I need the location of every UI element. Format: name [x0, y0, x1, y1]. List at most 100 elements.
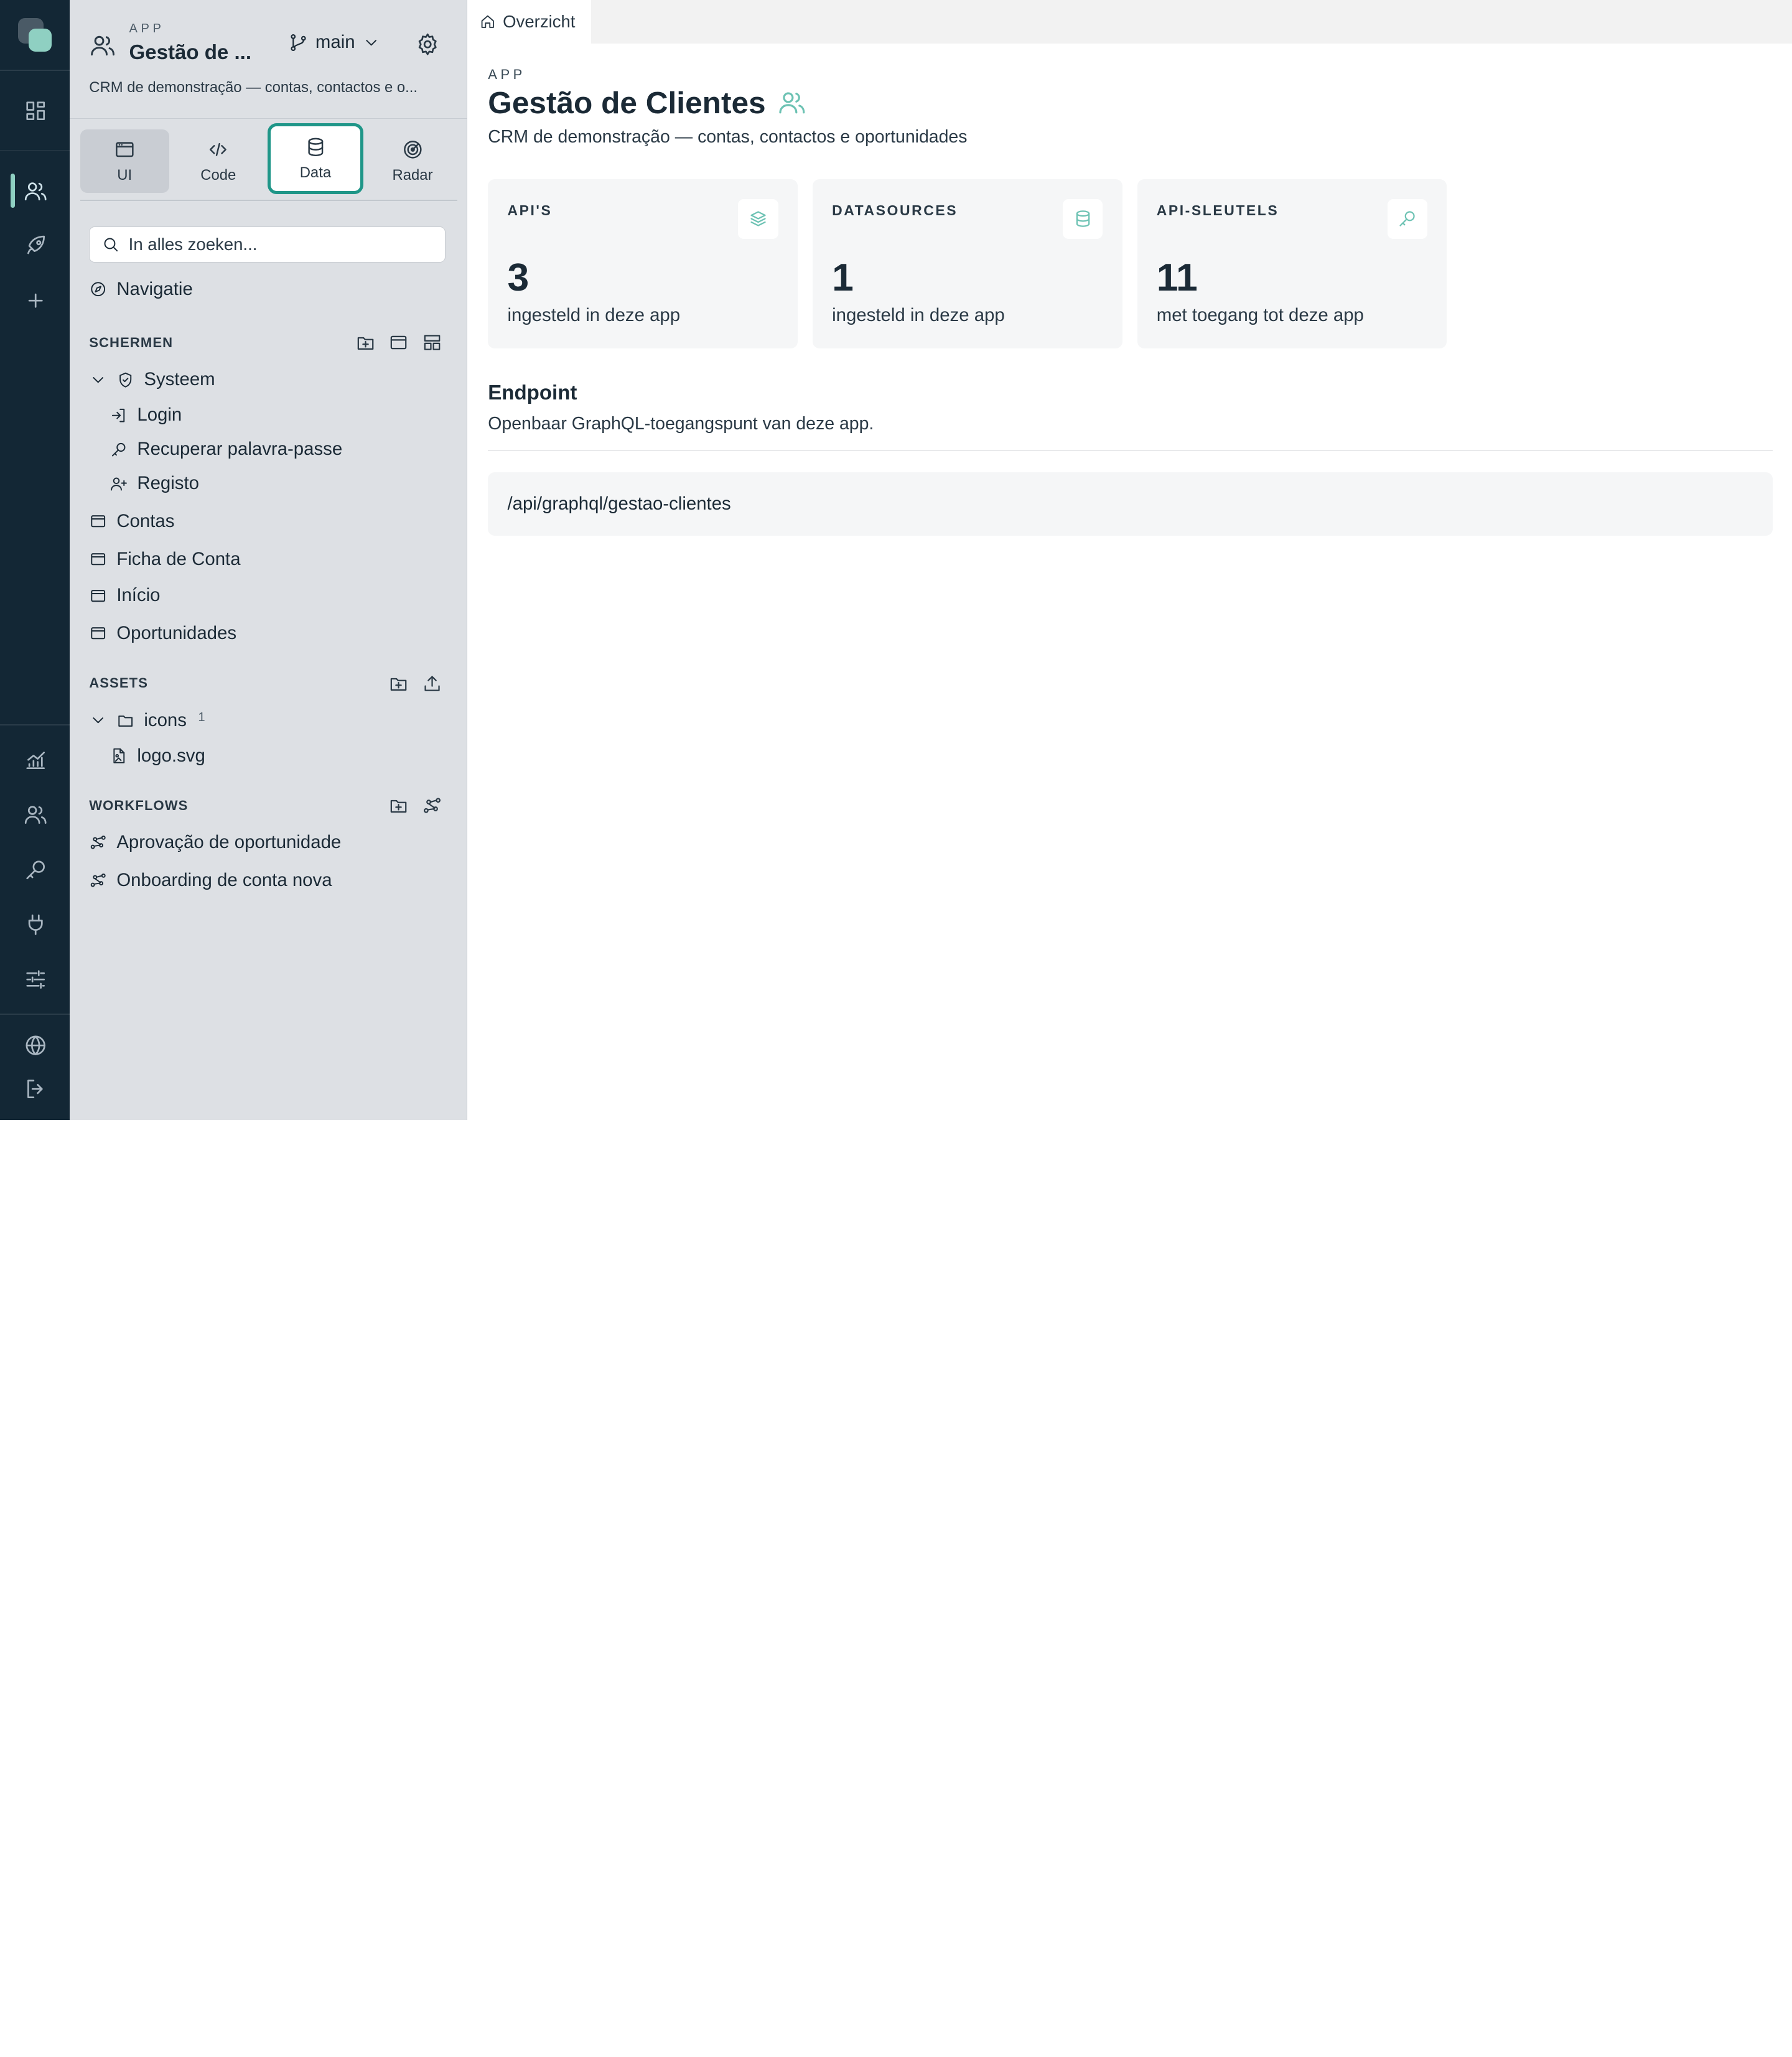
chart-icon[interactable]: [23, 747, 48, 772]
tree-item-ficha[interactable]: Ficha de Conta: [89, 549, 241, 570]
app-title: Gestão de ...: [129, 41, 252, 65]
tree-item-logo[interactable]: logo.svg: [110, 745, 205, 767]
tree-item-recover[interactable]: Recuperar palavra-passe: [110, 439, 342, 460]
branch-selector[interactable]: main: [288, 32, 380, 53]
search-input[interactable]: [128, 235, 426, 255]
tree-label: Onboarding de conta nova: [116, 869, 332, 890]
rail-divider: [0, 149, 70, 151]
tab-label: Overzicht: [503, 11, 576, 31]
layout-icon[interactable]: [422, 332, 442, 353]
tree-folder-systeem[interactable]: Systeem: [89, 369, 215, 390]
logout-icon[interactable]: [23, 1076, 48, 1101]
tab-overzicht[interactable]: Overzicht: [467, 0, 591, 44]
new-folder-icon[interactable]: [355, 332, 376, 353]
tree-item-login[interactable]: Login: [110, 404, 182, 426]
tree-folder-icons[interactable]: icons 1: [89, 710, 205, 731]
page-title-text: Gestão de Clientes: [488, 85, 766, 120]
logo[interactable]: [18, 18, 52, 52]
plug-icon[interactable]: [23, 912, 48, 937]
image-file-icon: [110, 747, 128, 765]
card-value: 3: [507, 255, 530, 299]
card-value: 1: [832, 255, 854, 299]
users-icon[interactable]: [23, 179, 48, 203]
sidebar-header: APP Gestão de ... main CRM de demonstraç…: [70, 0, 467, 119]
layers-icon: [738, 198, 778, 239]
window-icon: [113, 138, 136, 161]
gear-icon[interactable]: [415, 32, 440, 57]
endpoint-url: /api/graphql/gestao-clientes: [507, 493, 731, 514]
app-users-icon: [89, 32, 116, 59]
app-root: APP Gestão de ... main CRM de demonstraç…: [0, 0, 1792, 1120]
new-folder-icon[interactable]: [388, 673, 409, 694]
workflow-item[interactable]: Onboarding de conta nova: [89, 870, 332, 891]
tree-label: Aprovação de oportunidade: [116, 832, 342, 853]
tab-code[interactable]: Code: [174, 129, 263, 194]
workflow-item[interactable]: Aprovação de oportunidade: [89, 832, 341, 853]
workflow-icon[interactable]: [422, 795, 442, 816]
tab-radar-label: Radar: [392, 166, 433, 184]
branch-icon: [288, 32, 309, 53]
rail-divider: [0, 1014, 70, 1015]
page-title: Gestão de Clientes: [488, 85, 806, 121]
new-screen-icon[interactable]: [388, 332, 409, 353]
tab-radar[interactable]: Radar: [368, 129, 457, 194]
workflows-section-header: WORKFLOWS: [89, 798, 189, 814]
card-value: 11: [1156, 255, 1198, 299]
page-description: CRM de demonstração — contas, contactos …: [488, 126, 968, 147]
tree-label: Oportunidades: [116, 623, 237, 643]
tree-item-contas[interactable]: Contas: [89, 511, 174, 532]
tab-ui[interactable]: UI: [80, 129, 169, 194]
home-icon: [479, 13, 497, 30]
globe-icon[interactable]: [23, 1033, 48, 1058]
count-badge: 1: [198, 711, 205, 725]
team-icon[interactable]: [23, 802, 48, 827]
active-indicator: [10, 174, 15, 208]
card-label: API-SLEUTELS: [1156, 202, 1279, 219]
stat-card-datasources[interactable]: DATASOURCES 1 ingesteld in deze app: [812, 179, 1122, 349]
window-icon: [89, 550, 107, 568]
new-folder-icon[interactable]: [388, 795, 409, 816]
tree-label: Registo: [137, 473, 199, 494]
sidebar: APP Gestão de ... main CRM de demonstraç…: [70, 0, 468, 1120]
card-caption: ingesteld in deze app: [507, 305, 681, 326]
screens-section-header: SCHERMEN: [89, 335, 174, 351]
rail-divider: [0, 724, 70, 726]
search-field[interactable]: [89, 226, 446, 263]
tree-item-inicio[interactable]: Início: [89, 585, 161, 606]
workflow-icon: [89, 833, 107, 851]
rail-divider: [0, 70, 70, 71]
navigation-item[interactable]: Navigatie: [89, 279, 193, 300]
chevron-down-icon: [89, 711, 107, 729]
left-rail: [0, 0, 70, 1120]
tab-code-label: Code: [200, 166, 236, 184]
tree-item-register[interactable]: Registo: [110, 473, 199, 494]
app-kicker: APP: [129, 21, 165, 35]
document-tab-bar: Overzicht: [467, 0, 1792, 44]
code-icon: [207, 138, 230, 161]
card-caption: ingesteld in deze app: [832, 305, 1005, 326]
upload-icon[interactable]: [422, 673, 442, 694]
rocket-icon[interactable]: [23, 233, 48, 258]
endpoint-url-box[interactable]: /api/graphql/gestao-clientes: [488, 472, 1773, 536]
key-icon[interactable]: [23, 857, 48, 882]
dashboard-icon[interactable]: [23, 98, 48, 123]
login-icon: [110, 406, 128, 424]
tab-data-label: Data: [299, 164, 332, 182]
stat-card-api-keys[interactable]: API-SLEUTELS 11 met toegang tot deze app: [1137, 179, 1447, 349]
plus-icon[interactable]: [23, 288, 48, 313]
radar-icon: [401, 138, 424, 161]
mode-tabs: UI Code Data Radar: [80, 123, 457, 195]
sliders-icon[interactable]: [23, 967, 48, 992]
tabs-divider: [80, 200, 457, 202]
user-plus-icon: [110, 475, 128, 493]
tree-label: icons: [144, 709, 187, 730]
stat-card-apis[interactable]: API'S 3 ingesteld in deze app: [488, 179, 798, 349]
tree-label: Login: [137, 404, 182, 426]
tree-item-oportunidades[interactable]: Oportunidades: [89, 623, 236, 644]
endpoint-description: Openbaar GraphQL-toegangspunt van deze a…: [488, 413, 874, 434]
tab-data[interactable]: Data: [267, 123, 364, 195]
app-description: CRM de demonstração — contas, contactos …: [89, 78, 418, 96]
card-caption: met toegang tot deze app: [1156, 305, 1364, 326]
tree-label: Contas: [116, 511, 175, 531]
tab-ui-label: UI: [117, 166, 133, 184]
